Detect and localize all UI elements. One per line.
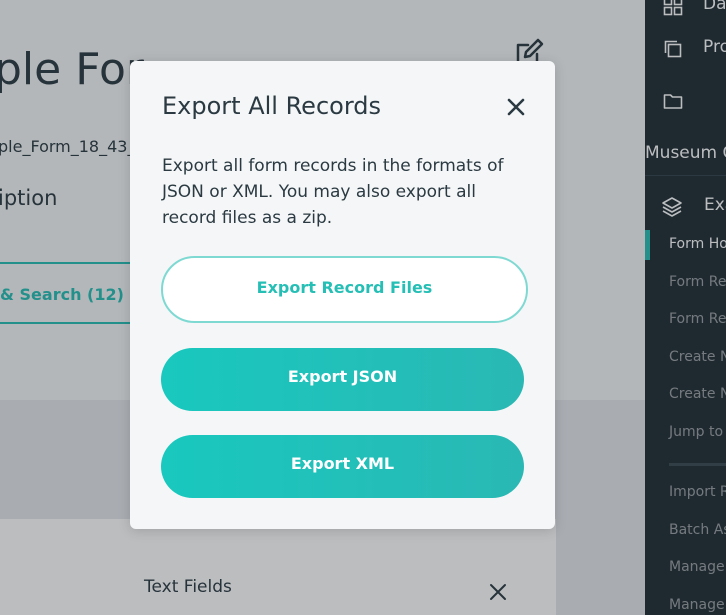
modal-description: Export all form records in the formats o… <box>162 156 504 228</box>
export-record-files-button[interactable]: Export Record Files <box>161 256 528 323</box>
export-json-button[interactable]: Export JSON <box>161 348 524 411</box>
modal-title: Export All Records <box>162 92 381 120</box>
export-records-modal: Export All Records Export all form recor… <box>130 61 555 529</box>
export-json-label: Export JSON <box>287 367 398 386</box>
export-xml-button[interactable]: Export XML <box>161 435 524 498</box>
close-icon[interactable] <box>504 95 528 119</box>
export-record-files-label: Export Record Files <box>256 278 433 297</box>
export-xml-label: Export XML <box>290 454 395 473</box>
